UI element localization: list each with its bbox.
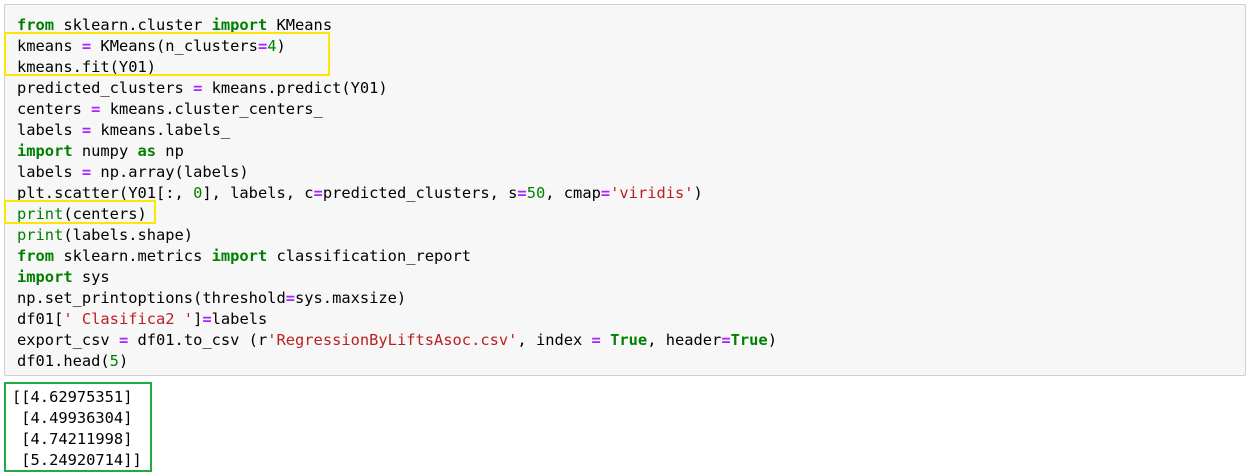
code-token: ) — [767, 331, 777, 349]
code-token: np.set_printoptions(threshold — [17, 289, 286, 307]
code-token: predicted_clusters, s — [322, 184, 518, 202]
code-token: = — [118, 331, 129, 349]
code-token: True — [730, 331, 768, 349]
code-line: from sklearn.metrics import classificati… — [17, 246, 777, 267]
code-token: ], labels, c — [202, 184, 314, 202]
code-line: df01[' Clasifica2 ']=labels — [17, 309, 777, 330]
code-token: sklearn.metrics — [54, 247, 212, 265]
code-token: import — [211, 247, 268, 265]
code-token: 0 — [193, 184, 203, 202]
code-token: centers — [17, 100, 92, 118]
code-token: ] — [193, 310, 203, 328]
code-token: 'RegressionByLiftsAsoc.csv' — [267, 331, 518, 349]
code-token: numpy — [72, 142, 138, 160]
code-token: = — [202, 310, 212, 328]
code-token: = — [81, 121, 92, 139]
code-line: import sys — [17, 267, 777, 288]
code-token: True — [610, 331, 648, 349]
code-token: df01[ — [17, 310, 64, 328]
code-token: ' Clasifica2 ' — [63, 310, 194, 328]
code-line: np.set_printoptions(threshold=sys.maxsiz… — [17, 288, 777, 309]
code-token: from — [17, 247, 55, 265]
code-token: import — [17, 142, 73, 160]
code-token: np — [156, 142, 184, 160]
code-token: = — [313, 184, 323, 202]
code-token: = — [600, 184, 611, 202]
code-token: as — [137, 142, 157, 160]
code-token: df01.head( — [17, 352, 110, 370]
code-token: print — [17, 226, 64, 244]
code-token: np.array(labels) — [91, 163, 249, 181]
code-token: , cmap — [545, 184, 601, 202]
code-token: , index — [517, 331, 592, 349]
code-line: export_csv = df01.to_csv (r'RegressionBy… — [17, 330, 777, 351]
code-token: kmeans.cluster_centers_ — [100, 100, 323, 118]
code-token: = — [285, 289, 295, 307]
code-token: = — [81, 163, 92, 181]
code-token: labels — [17, 163, 82, 181]
code-line: labels = np.array(labels) — [17, 162, 777, 183]
code-token: kmeans.predict(Y01) — [202, 79, 388, 97]
code-token: export_csv — [17, 331, 119, 349]
code-line: labels = kmeans.labels_ — [17, 120, 777, 141]
code-line: centers = kmeans.cluster_centers_ — [17, 99, 777, 120]
code-token: , header — [647, 331, 722, 349]
code-token: ) — [693, 184, 703, 202]
code-token: import — [17, 268, 73, 286]
code-token: 5 — [109, 352, 119, 370]
code-token: ) — [118, 352, 129, 370]
code-token: labels — [211, 310, 268, 328]
code-token: sys.maxsize) — [295, 289, 407, 307]
code-token: labels — [17, 121, 82, 139]
code-token: = — [721, 331, 731, 349]
code-line: print(labels.shape) — [17, 225, 777, 246]
code-line: predicted_clusters = kmeans.predict(Y01) — [17, 78, 777, 99]
code-token: = — [517, 184, 527, 202]
code-line: df01.head(5) — [17, 351, 777, 372]
code-token: 50 — [526, 184, 546, 202]
code-token: predicted_clusters — [17, 79, 194, 97]
code-token: (labels.shape) — [63, 226, 194, 244]
highlight-box-output — [4, 382, 152, 472]
code-token: = — [591, 331, 601, 349]
code-token: sys — [72, 268, 110, 286]
highlight-box-print-centers — [4, 200, 156, 224]
highlight-box-kmeans-fit — [4, 32, 330, 76]
code-token: classification_report — [267, 247, 472, 265]
code-token: = — [193, 79, 203, 97]
code-line: import numpy as np — [17, 141, 777, 162]
code-token: kmeans.labels_ — [91, 121, 231, 139]
code-token: 'viridis' — [610, 184, 694, 202]
code-token: df01.to_csv (r — [128, 331, 268, 349]
